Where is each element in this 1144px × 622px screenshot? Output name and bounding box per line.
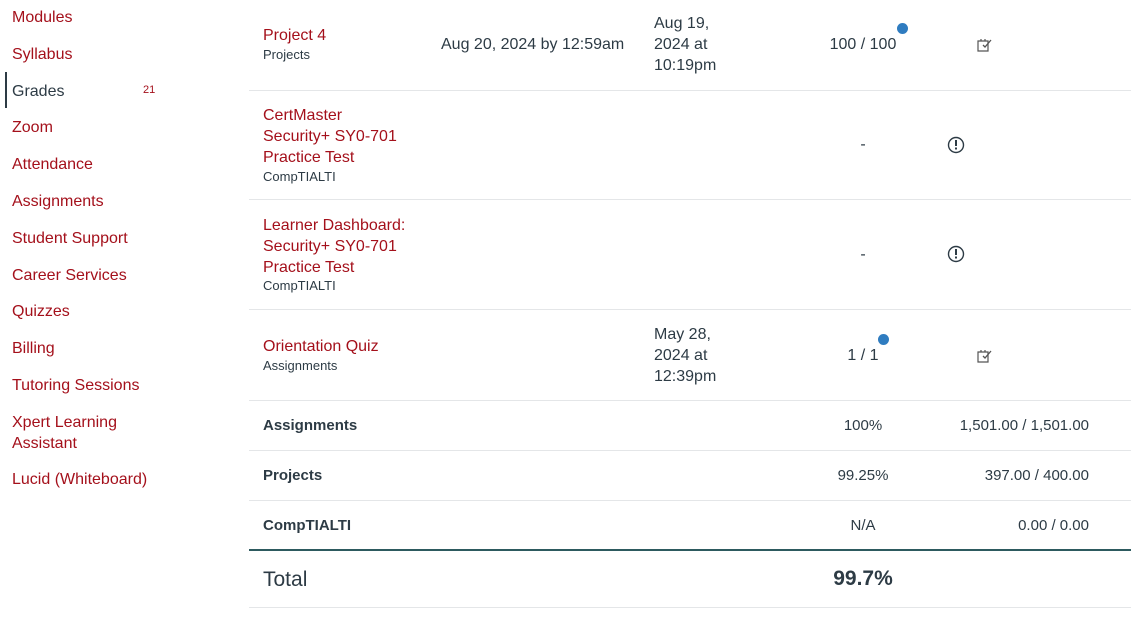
- group-points: 1,501.00 / 1,501.00: [959, 417, 1089, 434]
- due-date: Aug 20, 2024 by 12:59am: [441, 36, 625, 53]
- nav-lucid-whiteboard[interactable]: Lucid (Whiteboard): [12, 469, 182, 490]
- group-name: Assignments: [263, 417, 358, 434]
- group-total-row: Projects 99.25% 397.00 / 400.00: [249, 451, 1131, 501]
- rubric-icon[interactable]: [976, 347, 994, 365]
- group-total-row: Assignments 100% 1,501.00 / 1,501.00: [249, 401, 1131, 451]
- rubric-icon[interactable]: [976, 36, 994, 54]
- active-indicator: [5, 72, 7, 108]
- group-percent: 99.25%: [837, 467, 889, 484]
- table-bottom-divider: [249, 607, 1131, 608]
- nav-tutoring-sessions[interactable]: Tutoring Sessions: [12, 375, 182, 396]
- unread-comment-dot: [878, 334, 889, 345]
- group-name: Projects: [263, 467, 323, 484]
- submitted-date: May 28, 2024 at 12:39pm: [654, 326, 717, 385]
- warning-icon[interactable]: [947, 136, 965, 154]
- nav-assignments[interactable]: Assignments: [12, 191, 182, 212]
- assignment-context: CompTIALTI: [263, 169, 336, 184]
- unread-comment-dot: [897, 23, 908, 34]
- group-name: CompTIALTI: [263, 517, 352, 534]
- total-grade: 99.7%: [833, 567, 893, 590]
- table-row: Learner Dashboard: Security+ SY0-701 Pra…: [249, 200, 1131, 310]
- assignment-context: Assignments: [263, 358, 338, 373]
- nav-syllabus[interactable]: Syllabus: [12, 44, 182, 65]
- score: -: [860, 246, 866, 263]
- assignment-title[interactable]: Learner Dashboard: Security+ SY0-701 Pra…: [263, 215, 413, 278]
- table-row: Orientation Quiz Assignments May 28, 202…: [249, 310, 1131, 401]
- nav-billing[interactable]: Billing: [12, 338, 182, 359]
- assignment-context: Projects: [263, 47, 310, 62]
- group-percent: N/A: [850, 517, 876, 534]
- score[interactable]: 100 / 100: [789, 36, 937, 54]
- nav-quizzes[interactable]: Quizzes: [12, 301, 182, 322]
- total-label: Total: [263, 568, 308, 591]
- table-row: CertMaster Security+ SY0-701 Practice Te…: [249, 91, 1131, 200]
- table-row: Project 4 Projects Aug 20, 2024 by 12:59…: [249, 0, 1131, 91]
- nav-attendance[interactable]: Attendance: [12, 154, 182, 175]
- nav-modules[interactable]: Modules: [12, 7, 182, 28]
- grades-count-badge: 21: [143, 84, 156, 96]
- assignment-title[interactable]: Orientation Quiz: [263, 336, 379, 357]
- nav-student-support[interactable]: Student Support: [12, 228, 182, 249]
- score: -: [860, 136, 866, 153]
- nav-grades[interactable]: Grades: [12, 81, 182, 102]
- nav-career-services[interactable]: Career Services: [12, 265, 182, 286]
- group-points: 0.00 / 0.00: [1018, 517, 1089, 534]
- total-divider: [249, 549, 1131, 551]
- grades-table: Project 4 Projects Aug 20, 2024 by 12:59…: [249, 0, 1131, 622]
- assignment-title[interactable]: Project 4: [263, 25, 326, 46]
- nav-xpert-learning-assistant[interactable]: Xpert Learning Assistant: [12, 412, 142, 454]
- nav-zoom[interactable]: Zoom: [12, 117, 182, 138]
- assignment-context: CompTIALTI: [263, 278, 336, 293]
- group-total-row: CompTIALTI N/A 0.00 / 0.00: [249, 501, 1131, 549]
- score[interactable]: 1 / 1: [789, 347, 937, 365]
- submitted-date: Aug 19, 2024 at 10:19pm: [654, 15, 717, 74]
- warning-icon[interactable]: [947, 245, 965, 263]
- group-points: 397.00 / 400.00: [984, 467, 1089, 484]
- assignment-title[interactable]: CertMaster Security+ SY0-701 Practice Te…: [263, 105, 413, 168]
- group-percent: 100%: [843, 417, 883, 434]
